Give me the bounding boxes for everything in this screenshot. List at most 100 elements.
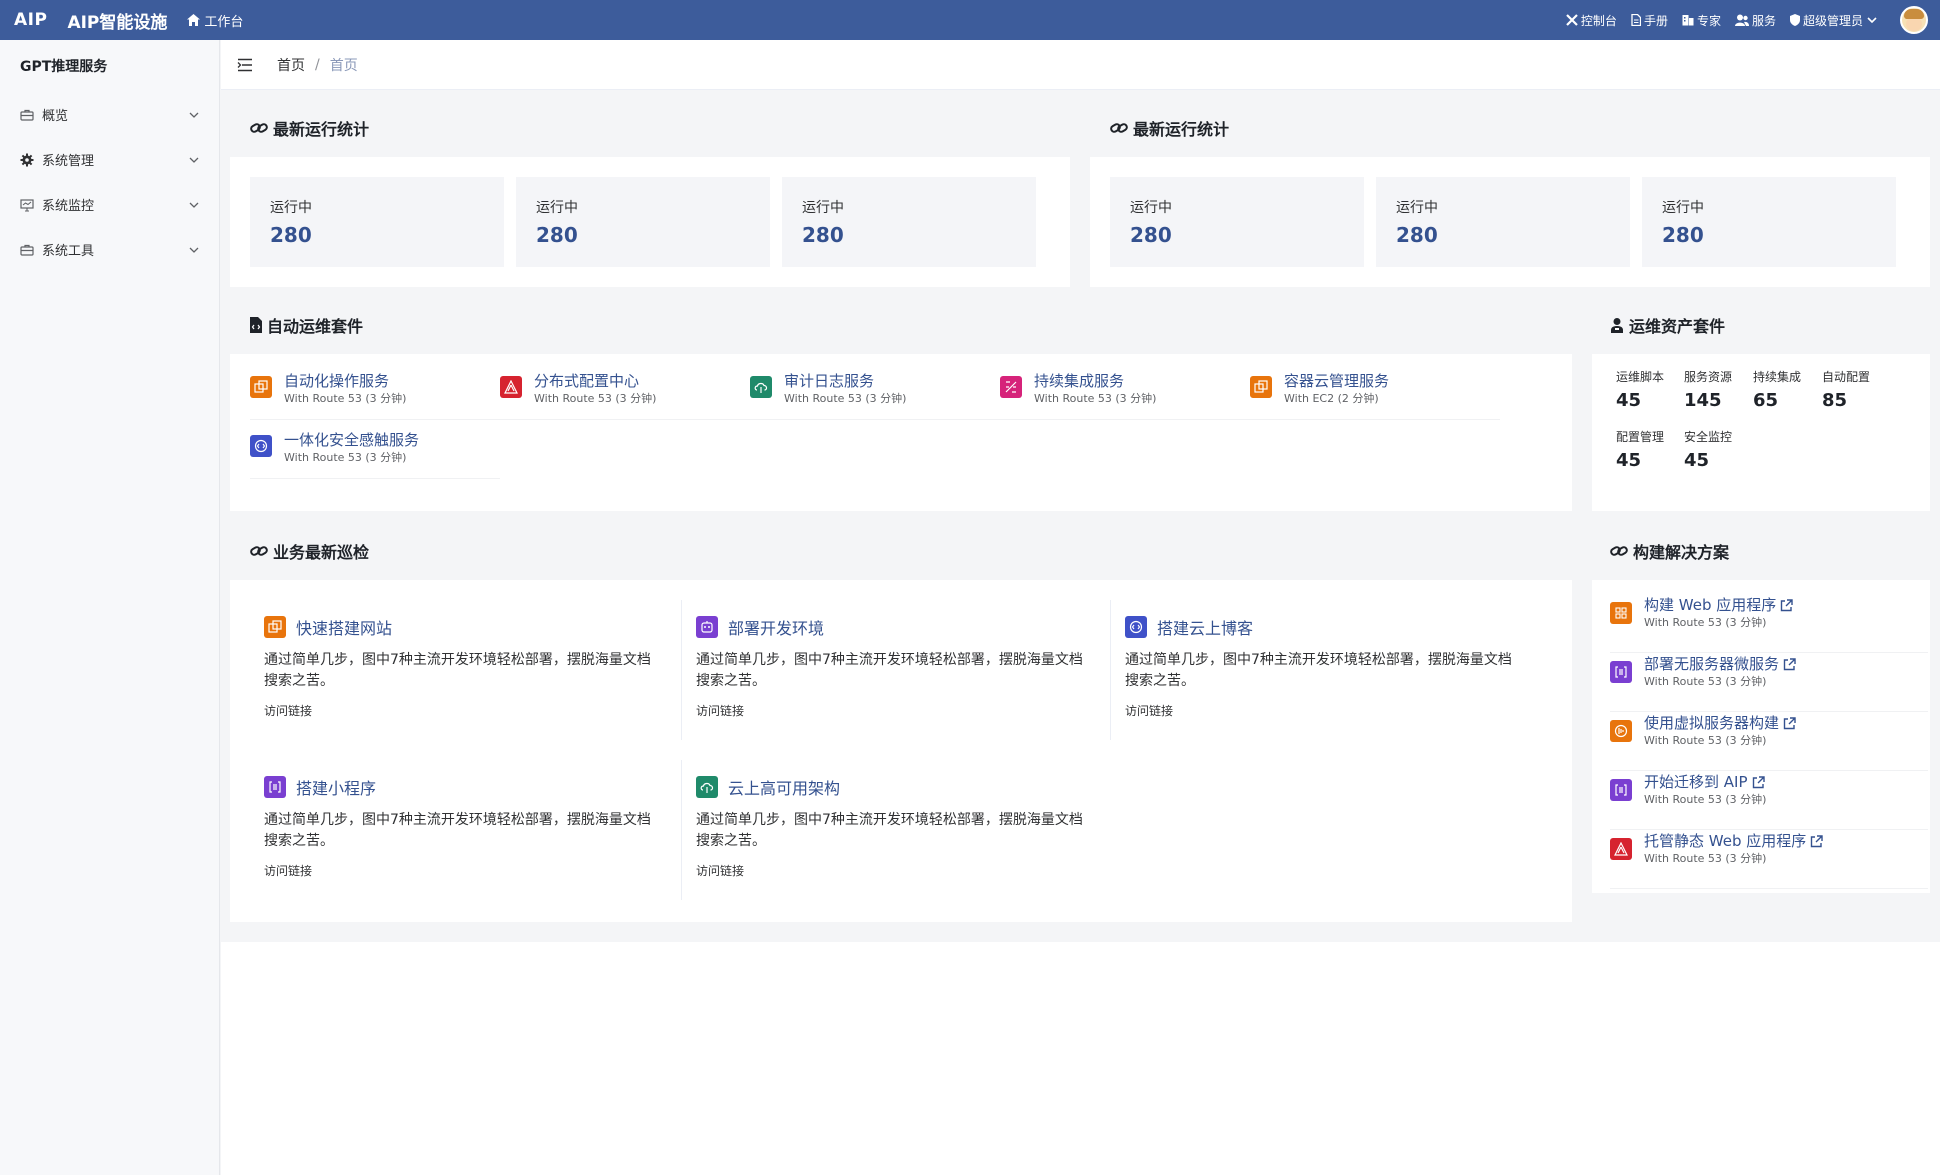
item-name: 一体化安全感触服务 <box>284 431 420 449</box>
assets-title: 运维资产套件 <box>1610 305 1725 345</box>
section-title: 构建解决方案 <box>1633 543 1730 562</box>
stat-box: 运行中 280 <box>1642 177 1896 267</box>
stat-value: 280 <box>536 223 578 247</box>
sidebar-item-system-tools[interactable]: 系统工具 <box>0 227 219 272</box>
asset-value: 85 <box>1822 390 1848 411</box>
breadcrumb-home[interactable]: 首页 <box>277 55 305 75</box>
asset-value: 65 <box>1753 390 1779 411</box>
sidebar-item-label: 系统管理 <box>42 154 95 169</box>
server-icon <box>1610 720 1632 742</box>
nav-manual-label: 手册 <box>1643 13 1668 28</box>
security-icon <box>250 435 272 457</box>
brand-logo[interactable]: AIP <box>14 10 47 30</box>
stat-label: 运行中 <box>802 200 844 216</box>
patrol-item: 搭建小程序 通过简单几步，图中7种主流开发环境轻松部署，摆脱海量文档搜索之苦。 … <box>250 760 680 900</box>
patrol-item-title[interactable]: 部署开发环境 <box>696 614 1111 640</box>
app-name[interactable]: AIP智能设施 <box>67 8 167 33</box>
patrol-item: 云上高可用架构 通过简单几步，图中7种主流开发环境轻松部署，摆脱海量文档搜索之苦… <box>681 760 1111 900</box>
list-item[interactable]: 审计日志服务 With Route 53 (3 分钟) <box>750 370 1000 420</box>
item-name: 持续集成服务 <box>1034 372 1125 390</box>
stat-box: 运行中 280 <box>516 177 770 267</box>
visit-link[interactable]: 访问链接 <box>1125 702 1540 719</box>
briefcase-icon <box>20 108 34 122</box>
item-name: 快速搭建网站 <box>296 619 393 638</box>
solution-item[interactable]: 开始迁移到 AIP With Route 53 (3 分钟) <box>1610 771 1928 830</box>
stat-box: 运行中 280 <box>1110 177 1364 267</box>
solution-item[interactable]: 托管静态 Web 应用程序 With Route 53 (3 分钟) <box>1610 830 1928 889</box>
stat-label: 运行中 <box>270 200 312 216</box>
list-item[interactable]: 持续集成服务 With Route 53 (3 分钟) <box>1000 370 1250 420</box>
item-name: 审计日志服务 <box>784 372 875 390</box>
solution-label: 使用虚拟服务器构建 <box>1644 714 1780 732</box>
item-name: 部署开发环境 <box>728 619 825 638</box>
external-link-icon <box>1783 657 1796 670</box>
sidebar: GPT推理服务 概览 系统管理 系统监控 系统工具 <box>0 40 220 1175</box>
asset-stat: 自动配置 85 <box>1822 368 1892 411</box>
visit-link[interactable]: 访问链接 <box>696 702 1111 719</box>
bracket-icon <box>1610 661 1632 683</box>
nav-expert[interactable]: 专家 <box>1682 12 1721 29</box>
solution-sub: With Route 53 (3 分钟) <box>1644 852 1767 865</box>
menu-fold-icon[interactable] <box>237 58 253 72</box>
list-item[interactable]: 一体化安全感触服务 With Route 53 (3 分钟) <box>250 429 500 479</box>
solution-label: 部署无服务器微服务 <box>1644 655 1780 673</box>
sidebar-item-system-monitor[interactable]: 系统监控 <box>0 182 219 227</box>
warning-icon <box>1610 838 1632 860</box>
visit-link[interactable]: 访问链接 <box>264 702 680 719</box>
sidebar-item-overview[interactable]: 概览 <box>0 92 219 137</box>
security-icon <box>1125 616 1147 638</box>
bracket-icon <box>264 776 286 798</box>
item-description: 通过简单几步，图中7种主流开发环境轻松部署，摆脱海量文档搜索之苦。 <box>264 812 651 849</box>
solution-sub: With Route 53 (3 分钟) <box>1644 793 1767 806</box>
avatar[interactable] <box>1900 6 1928 34</box>
asset-value: 145 <box>1684 390 1722 411</box>
visit-link[interactable]: 访问链接 <box>696 862 1111 879</box>
asset-stat: 服务资源 145 <box>1684 368 1754 411</box>
patrol-item-title[interactable]: 云上高可用架构 <box>696 774 1111 800</box>
nav-service[interactable]: 服务 <box>1734 12 1776 29</box>
chevron-down-icon <box>189 247 199 253</box>
item-description: 通过简单几步，图中7种主流开发环境轻松部署，摆脱海量文档搜索之苦。 <box>696 652 1083 689</box>
patrol-item-title[interactable]: 快速搭建网站 <box>264 614 680 640</box>
link-icon <box>1110 123 1128 133</box>
breadcrumb: 首页 / 首页 <box>221 40 1940 90</box>
sidebar-item-system-management[interactable]: 系统管理 <box>0 137 219 182</box>
item-name: 容器云管理服务 <box>1284 372 1390 390</box>
external-link-icon <box>1783 716 1796 729</box>
stat-value: 280 <box>1130 223 1172 247</box>
item-description: 通过简单几步，图中7种主流开发环境轻松部署，摆脱海量文档搜索之苦。 <box>264 652 651 689</box>
section-title: 自动运维套件 <box>267 317 364 336</box>
solution-item[interactable]: 使用虚拟服务器构建 With Route 53 (3 分钟) <box>1610 712 1928 771</box>
nav-console-label: 控制台 <box>1580 13 1617 28</box>
solution-name: 使用虚拟服务器构建 <box>1644 712 1796 734</box>
building-icon <box>1682 15 1694 26</box>
stats-right-title: 最新运行统计 <box>1110 108 1229 148</box>
solution-sub: With Route 53 (3 分钟) <box>1644 734 1767 747</box>
list-item[interactable]: 自动化操作服务 With Route 53 (3 分钟) <box>250 370 500 420</box>
item-description: 通过简单几步，图中7种主流开发环境轻松部署，摆脱海量文档搜索之苦。 <box>696 812 1083 849</box>
patrol-item-title[interactable]: 搭建小程序 <box>264 774 680 800</box>
stat-box: 运行中 280 <box>1376 177 1630 267</box>
nav-console[interactable]: 控制台 <box>1566 12 1617 29</box>
solution-label: 构建 Web 应用程序 <box>1644 596 1777 614</box>
user-menu[interactable]: 超级管理员 <box>1789 12 1880 29</box>
list-item[interactable]: 分布式配置中心 With Route 53 (3 分钟) <box>500 370 750 420</box>
stat-value: 280 <box>1396 223 1438 247</box>
patrol-item: 搭建云上博客 通过简单几步，图中7种主流开发环境轻松部署，摆脱海量文档搜索之苦。… <box>1110 600 1540 740</box>
solution-name: 部署无服务器微服务 <box>1644 653 1796 675</box>
item-sub: With Route 53 (3 分钟) <box>784 392 907 405</box>
stat-value: 280 <box>270 223 312 247</box>
list-item[interactable]: 容器云管理服务 With EC2 (2 分钟) <box>1250 370 1500 420</box>
user-name: 超级管理员 <box>1802 13 1863 28</box>
asset-label: 服务资源 <box>1684 370 1733 384</box>
nav-manual[interactable]: 手册 <box>1631 12 1668 29</box>
solution-item[interactable]: 构建 Web 应用程序 With Route 53 (3 分钟) <box>1610 594 1928 653</box>
monitor-icon <box>20 198 34 212</box>
workbench-link[interactable]: 工作台 <box>187 11 243 30</box>
external-link-icon <box>1752 775 1765 788</box>
asset-stat: 运维脚本 45 <box>1616 368 1686 411</box>
visit-link[interactable]: 访问链接 <box>264 862 680 879</box>
patrol-item-title[interactable]: 搭建云上博客 <box>1125 614 1540 640</box>
solution-item[interactable]: 部署无服务器微服务 With Route 53 (3 分钟) <box>1610 653 1928 712</box>
user-badge-icon <box>1611 318 1623 333</box>
